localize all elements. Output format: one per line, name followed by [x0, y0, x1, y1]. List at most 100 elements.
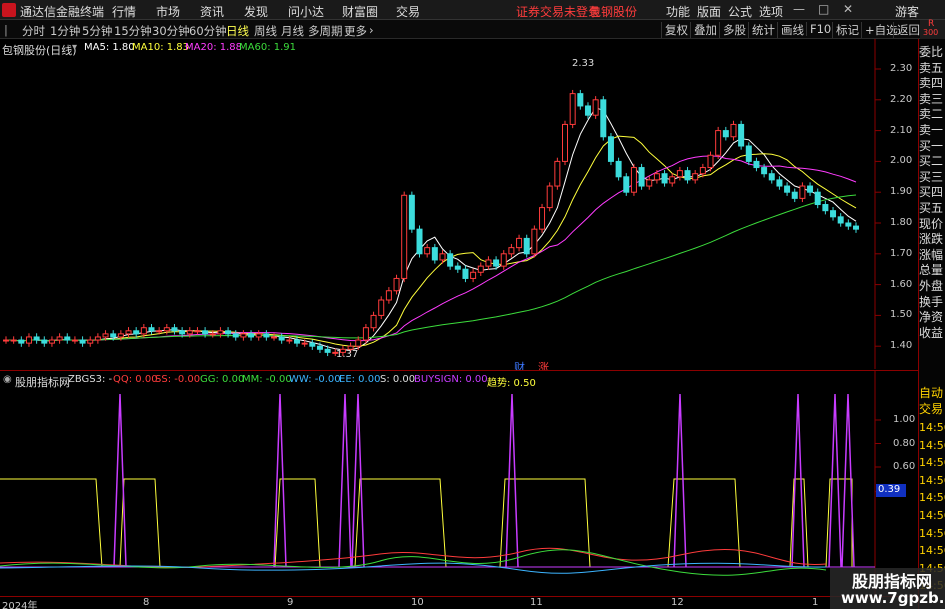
candle[interactable] [401, 191, 408, 283]
button-diejia[interactable]: 叠加 [690, 22, 720, 38]
close-button[interactable]: ✕ [843, 2, 853, 16]
right-panel-label[interactable]: 自动 [919, 386, 945, 401]
right-panel-label: 14:56 [919, 456, 945, 470]
button-fuquan[interactable]: 复权 [661, 22, 691, 38]
candle[interactable] [638, 163, 645, 190]
period-toolbar: | 分时 1分钟 5分钟 15分钟 30分钟 60分钟 日线 周线 月线 多周期… [0, 19, 945, 39]
legend-ss: SS: -0.00 [155, 374, 201, 385]
period-5min[interactable]: 5分钟 [82, 23, 112, 39]
date-label-oct: 10 [411, 597, 424, 608]
candle[interactable] [562, 120, 569, 166]
period-multi[interactable]: 多周期 [308, 23, 343, 39]
candlestick-chart[interactable] [0, 39, 919, 369]
candle[interactable] [539, 203, 546, 233]
period-15min[interactable]: 15分钟 [114, 23, 152, 39]
chevron-right-icon[interactable]: › [369, 23, 374, 37]
menu-item-hangqing[interactable]: 行情 [112, 3, 136, 20]
ma10-label: MA10: 1.83 [132, 42, 190, 53]
right-panel-label: 14:56 [919, 544, 945, 558]
candle[interactable] [600, 96, 607, 141]
period-fenshi[interactable]: 分时 [22, 23, 45, 39]
right-panel-label: 买五 [919, 201, 944, 215]
indicator-toggle-icon[interactable]: ◉ [3, 374, 12, 385]
candle[interactable] [715, 126, 722, 159]
candle[interactable] [592, 96, 599, 119]
button-huaxian[interactable]: 画线 [777, 22, 807, 38]
corner-sub: 300 [923, 28, 939, 37]
menu-item-wenxiaoda[interactable]: 问小达 [288, 3, 324, 20]
login-warning[interactable]: 证券交易未登录 [516, 3, 600, 20]
price-tick-9: 1.40 [890, 340, 913, 352]
candle[interactable] [738, 120, 745, 150]
maximize-button[interactable]: □ [818, 2, 829, 16]
ma5-label: MA5: 1.80 [84, 42, 135, 53]
user-label[interactable]: 游客 [895, 3, 919, 20]
candle[interactable] [554, 157, 561, 190]
date-label-jan: 1 [812, 597, 819, 608]
legend-ee: EE: 0.00 [339, 374, 381, 385]
chart-title: 包钢股份(日线) [2, 44, 77, 57]
legend-trend: 趋势: 0.50 [487, 378, 536, 389]
right-panel-label: 14:56 [919, 491, 945, 505]
minimize-button[interactable]: — [793, 2, 805, 16]
ma20-label: MA20: 1.88 [185, 42, 243, 53]
current-value-badge: 0.39 [876, 484, 906, 497]
period-more[interactable]: 更多 [344, 23, 367, 39]
indicator-name[interactable]: 股朋指标网 [15, 374, 70, 390]
chevron-down-icon[interactable]: ▾ [72, 42, 77, 53]
candle[interactable] [623, 173, 630, 196]
period-daily[interactable]: 日线 [226, 23, 249, 39]
button-back[interactable]: 返回 [893, 22, 923, 38]
menu-item-gongshi[interactable]: 公式 [728, 3, 752, 20]
right-panel-label: 买四 [919, 185, 944, 200]
low-price-label: 1.37 [336, 349, 359, 360]
period-monthly[interactable]: 月线 [281, 23, 304, 39]
right-panel-label: 涨幅 [919, 247, 944, 262]
indicator-chart[interactable] [0, 371, 919, 596]
watermark-url: www.7gpzb.com [841, 589, 945, 607]
price-tick-5: 1.80 [890, 217, 913, 228]
date-axis: 2024年 8 9 10 11 12 1 [0, 596, 919, 609]
legend-gg: GG: 0.00 [200, 374, 245, 385]
button-duogu[interactable]: 多股 [719, 22, 749, 38]
right-panel-label: 14:56 [919, 438, 945, 452]
candle[interactable] [745, 142, 752, 166]
candle[interactable] [630, 163, 637, 196]
period-60min[interactable]: 60分钟 [189, 23, 227, 39]
corner-box: R 300 [920, 19, 945, 39]
period-30min[interactable]: 30分钟 [152, 23, 190, 39]
legend-qq: QQ: 0.00 [113, 374, 158, 385]
candle[interactable] [416, 225, 423, 258]
menu-item-xuanxiang[interactable]: 选项 [759, 3, 783, 20]
button-f10[interactable]: F10 [806, 22, 834, 36]
right-panel-label: 14:56 [919, 509, 945, 522]
indicator-tick-2: 0.60 [893, 461, 916, 472]
legend-s: S: 0.00 [380, 374, 416, 385]
candle[interactable] [378, 296, 385, 320]
candle[interactable] [607, 133, 614, 166]
menu-item-caifuquan[interactable]: 财富圈 [342, 3, 378, 20]
menu-item-shichang[interactable]: 市场 [156, 3, 180, 20]
candle[interactable] [523, 234, 530, 258]
indicator-tick-0: 1.00 [893, 414, 916, 425]
right-panel-label: 现价 [919, 216, 944, 231]
menu-item-gongneng[interactable]: 功能 [666, 3, 690, 20]
menu-item-jiaoyi[interactable]: 交易 [396, 3, 420, 20]
period-weekly[interactable]: 周线 [254, 23, 277, 39]
candle[interactable] [408, 191, 415, 233]
candle[interactable] [569, 89, 576, 129]
right-panel-label: 外盘 [919, 279, 944, 293]
candle[interactable] [531, 225, 538, 258]
menu-item-banmian[interactable]: 版面 [697, 3, 721, 20]
right-panel-label[interactable]: 交易 [919, 402, 945, 417]
button-biaoji[interactable]: 标记 [832, 22, 862, 38]
candle[interactable] [615, 157, 622, 181]
menu-item-faxian[interactable]: 发现 [244, 3, 268, 20]
right-panel-label: 换手 [919, 294, 944, 309]
candle[interactable] [546, 182, 553, 212]
menu-item-zixun[interactable]: 资讯 [200, 3, 224, 20]
period-1min[interactable]: 1分钟 [50, 23, 80, 39]
button-tongji[interactable]: 统计 [748, 22, 778, 38]
price-tick-4: 1.90 [890, 186, 913, 198]
price-tick-7: 1.60 [890, 278, 913, 290]
